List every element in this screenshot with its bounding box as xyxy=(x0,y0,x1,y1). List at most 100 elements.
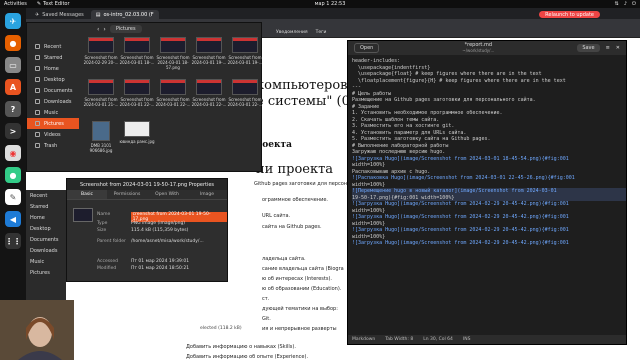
sidebar-item-home[interactable]: Home xyxy=(26,212,66,223)
tab-image[interactable]: Image xyxy=(187,190,227,199)
text-editor-dock-icon[interactable]: ✎ xyxy=(5,189,21,205)
thumbnail xyxy=(124,79,150,95)
menu-icon[interactable]: ≡ xyxy=(606,45,610,51)
prop-row-modified: Modified Пт 01 мар 2024 18:50:21 xyxy=(97,266,189,271)
file-item[interactable]: Screenshot from 2024-03-01 18-57.png xyxy=(155,37,191,70)
sidebar-item-label: Home xyxy=(44,65,59,72)
vscode-icon[interactable]: ◀ xyxy=(5,211,21,227)
files-icon[interactable]: ▭ xyxy=(5,57,21,73)
doc-text: Добавить информацию о навыках (Skills). xyxy=(186,344,296,350)
prop-key: Modified xyxy=(97,266,117,271)
tab-os-intro[interactable]: ▤ os-intro_02.03.00 (F xyxy=(90,10,159,19)
file-name: Screenshot from 2024-02-29 20-... xyxy=(83,55,119,65)
doc-text: Добавить информацию об опыте (Experience… xyxy=(186,354,309,360)
sidebar-item-label: Documents xyxy=(44,87,73,94)
sidebar-item-recent[interactable]: Recent xyxy=(26,190,66,201)
bookmark-item[interactable]: Теги xyxy=(316,30,327,35)
tab-saved-messages[interactable]: ✈ Saved Messages xyxy=(30,10,89,19)
doc-text: URL сайта. xyxy=(262,213,291,219)
file-item[interactable]: Screenshot from 2024-03-01 18-... xyxy=(119,37,155,65)
file-name: Screenshot from 2024-03-01 22-... xyxy=(119,97,155,107)
sidebar-item-downloads[interactable]: Downloads xyxy=(26,245,66,256)
tab-open-with[interactable]: Open With xyxy=(147,190,187,199)
back-icon[interactable]: ‹ xyxy=(97,26,99,33)
insert-mode: INS xyxy=(462,337,471,342)
doc-text: дующей тематики на выбор: xyxy=(262,306,338,312)
tab-strip: ✈ Saved Messages ▤ os-intro_02.03.00 (F … xyxy=(26,8,640,19)
sidebar-item-starred[interactable]: Starred xyxy=(26,201,66,212)
file-item[interactable]: Screenshot from 2024-03-01 21-... xyxy=(83,79,119,107)
relaunch-button[interactable]: Relaunch to update xyxy=(539,11,600,18)
prop-row-type: Type PNG image (image/png) xyxy=(97,221,185,226)
sidebar-item-pictures[interactable]: Pictures xyxy=(26,267,66,278)
sidebar-item-music[interactable]: Music xyxy=(26,256,66,267)
editor-text-area[interactable]: header-includes: \usepackage{indentfirst… xyxy=(348,55,626,335)
sidebar-item-videos[interactable]: Videos xyxy=(27,129,79,140)
prop-row-accessed: Accessed Пт 01 мар 2024 19:39:01 xyxy=(97,259,189,264)
doc-text: ладельца сайта. xyxy=(262,256,306,262)
file-item[interactable]: Screenshot from 2024-03-01 22-... xyxy=(191,79,227,107)
file-name: Screenshot from 2024-03-01 22-... xyxy=(227,97,263,107)
file-item[interactable]: ювинда рамс.jpg xyxy=(119,121,155,144)
app-menu[interactable]: ✎ Text Editor xyxy=(37,1,70,7)
sidebar-item-label: Recent xyxy=(44,43,62,50)
terminal-icon[interactable]: > xyxy=(5,123,21,139)
app-icon[interactable]: ● xyxy=(5,167,21,183)
chrome-icon[interactable]: ◉ xyxy=(5,145,21,161)
file-item[interactable]: Screenshot from 2024-03-01 22-... xyxy=(155,79,191,107)
tab-permissions[interactable]: Permissions xyxy=(107,190,147,199)
bookmark-item[interactable]: Уведомления xyxy=(276,30,308,35)
dialog-title: Screenshot from 2024-03-01 19-50-17.png … xyxy=(67,179,227,190)
file-item[interactable]: Screenshot from 2024-03-01 22-... xyxy=(119,79,155,107)
music-icon xyxy=(35,110,40,115)
sidebar-item-music[interactable]: Music xyxy=(27,107,79,118)
help-icon[interactable]: ? xyxy=(5,101,21,117)
file-item[interactable]: Screenshot from 2024-03-01 19-... xyxy=(191,37,227,65)
save-button[interactable]: Save xyxy=(577,44,600,52)
path-bar[interactable]: Pictures xyxy=(109,25,142,33)
prop-value[interactable]: /home/asnet/misa/work/study/... xyxy=(131,239,204,244)
sidebar-item-label: Trash xyxy=(44,142,58,149)
file-item[interactable]: Screenshot from 2024-02-29 20-... xyxy=(83,37,119,65)
thumbnail xyxy=(160,37,186,53)
file-item[interactable]: Screenshot from 2024-03-01 19-... xyxy=(227,37,263,65)
folder-icon xyxy=(35,88,40,93)
sidebar-item-label: Documents xyxy=(30,236,59,243)
sidebar-item-documents[interactable]: Documents xyxy=(26,234,66,245)
firefox-icon[interactable]: ● xyxy=(5,35,21,51)
close-icon[interactable]: ✕ xyxy=(616,45,620,51)
tab-basic[interactable]: Basic xyxy=(67,190,107,199)
thumbnail xyxy=(124,37,150,53)
software-icon[interactable]: A xyxy=(5,79,21,95)
sidebar: Recent Starred Home Desktop Documents Do… xyxy=(27,41,79,151)
sidebar-item-recent[interactable]: Recent xyxy=(27,41,79,52)
folder-icon xyxy=(35,77,40,82)
file-name: Screenshot from 2024-03-01 19-... xyxy=(191,55,227,65)
file-item[interactable]: Screenshot from 2024-03-01 22-... xyxy=(227,79,263,107)
download-icon xyxy=(35,99,40,104)
sidebar-item-trash[interactable]: Trash xyxy=(27,140,79,151)
doc-text: сайта на Github pages. xyxy=(262,224,322,230)
sidebar-item-desktop[interactable]: Desktop xyxy=(27,74,79,85)
prop-value: PNG image (image/png) xyxy=(131,221,186,226)
activities-button[interactable]: Activities xyxy=(4,1,27,7)
apps-grid-icon[interactable]: ⋮⋮ xyxy=(5,233,21,249)
sidebar-item-starred[interactable]: Starred xyxy=(27,52,79,63)
forward-icon[interactable]: › xyxy=(103,26,105,33)
open-button[interactable]: Open xyxy=(354,43,380,53)
system-tray[interactable]: ⇅ ♪ ⏻ xyxy=(615,1,636,7)
sidebar-item-documents[interactable]: Documents xyxy=(27,85,79,96)
telegram-icon[interactable]: ✈ xyxy=(5,13,21,29)
sidebar-item-pictures[interactable]: Pictures xyxy=(27,118,79,129)
clock[interactable]: мар 1 22:53 xyxy=(300,1,360,7)
sidebar-item-label: Downloads xyxy=(44,98,72,105)
sidebar-item-home[interactable]: Home xyxy=(27,63,79,74)
file-name: Screenshot from 2024-03-01 18-57.png xyxy=(156,55,190,70)
doc-text: ограммное обеспечение. xyxy=(262,197,328,203)
language-selector[interactable]: Markdown xyxy=(352,337,375,342)
editor-line[interactable]: ![Загрузка Hugo](image/Screenshot from 2… xyxy=(352,240,626,247)
sidebar-item-desktop[interactable]: Desktop xyxy=(26,223,66,234)
file-item[interactable]: DMB 3101 906686.jpg xyxy=(83,121,119,153)
sidebar-item-downloads[interactable]: Downloads xyxy=(27,96,79,107)
tab-width-selector[interactable]: Tab Width: 8 xyxy=(385,337,413,342)
